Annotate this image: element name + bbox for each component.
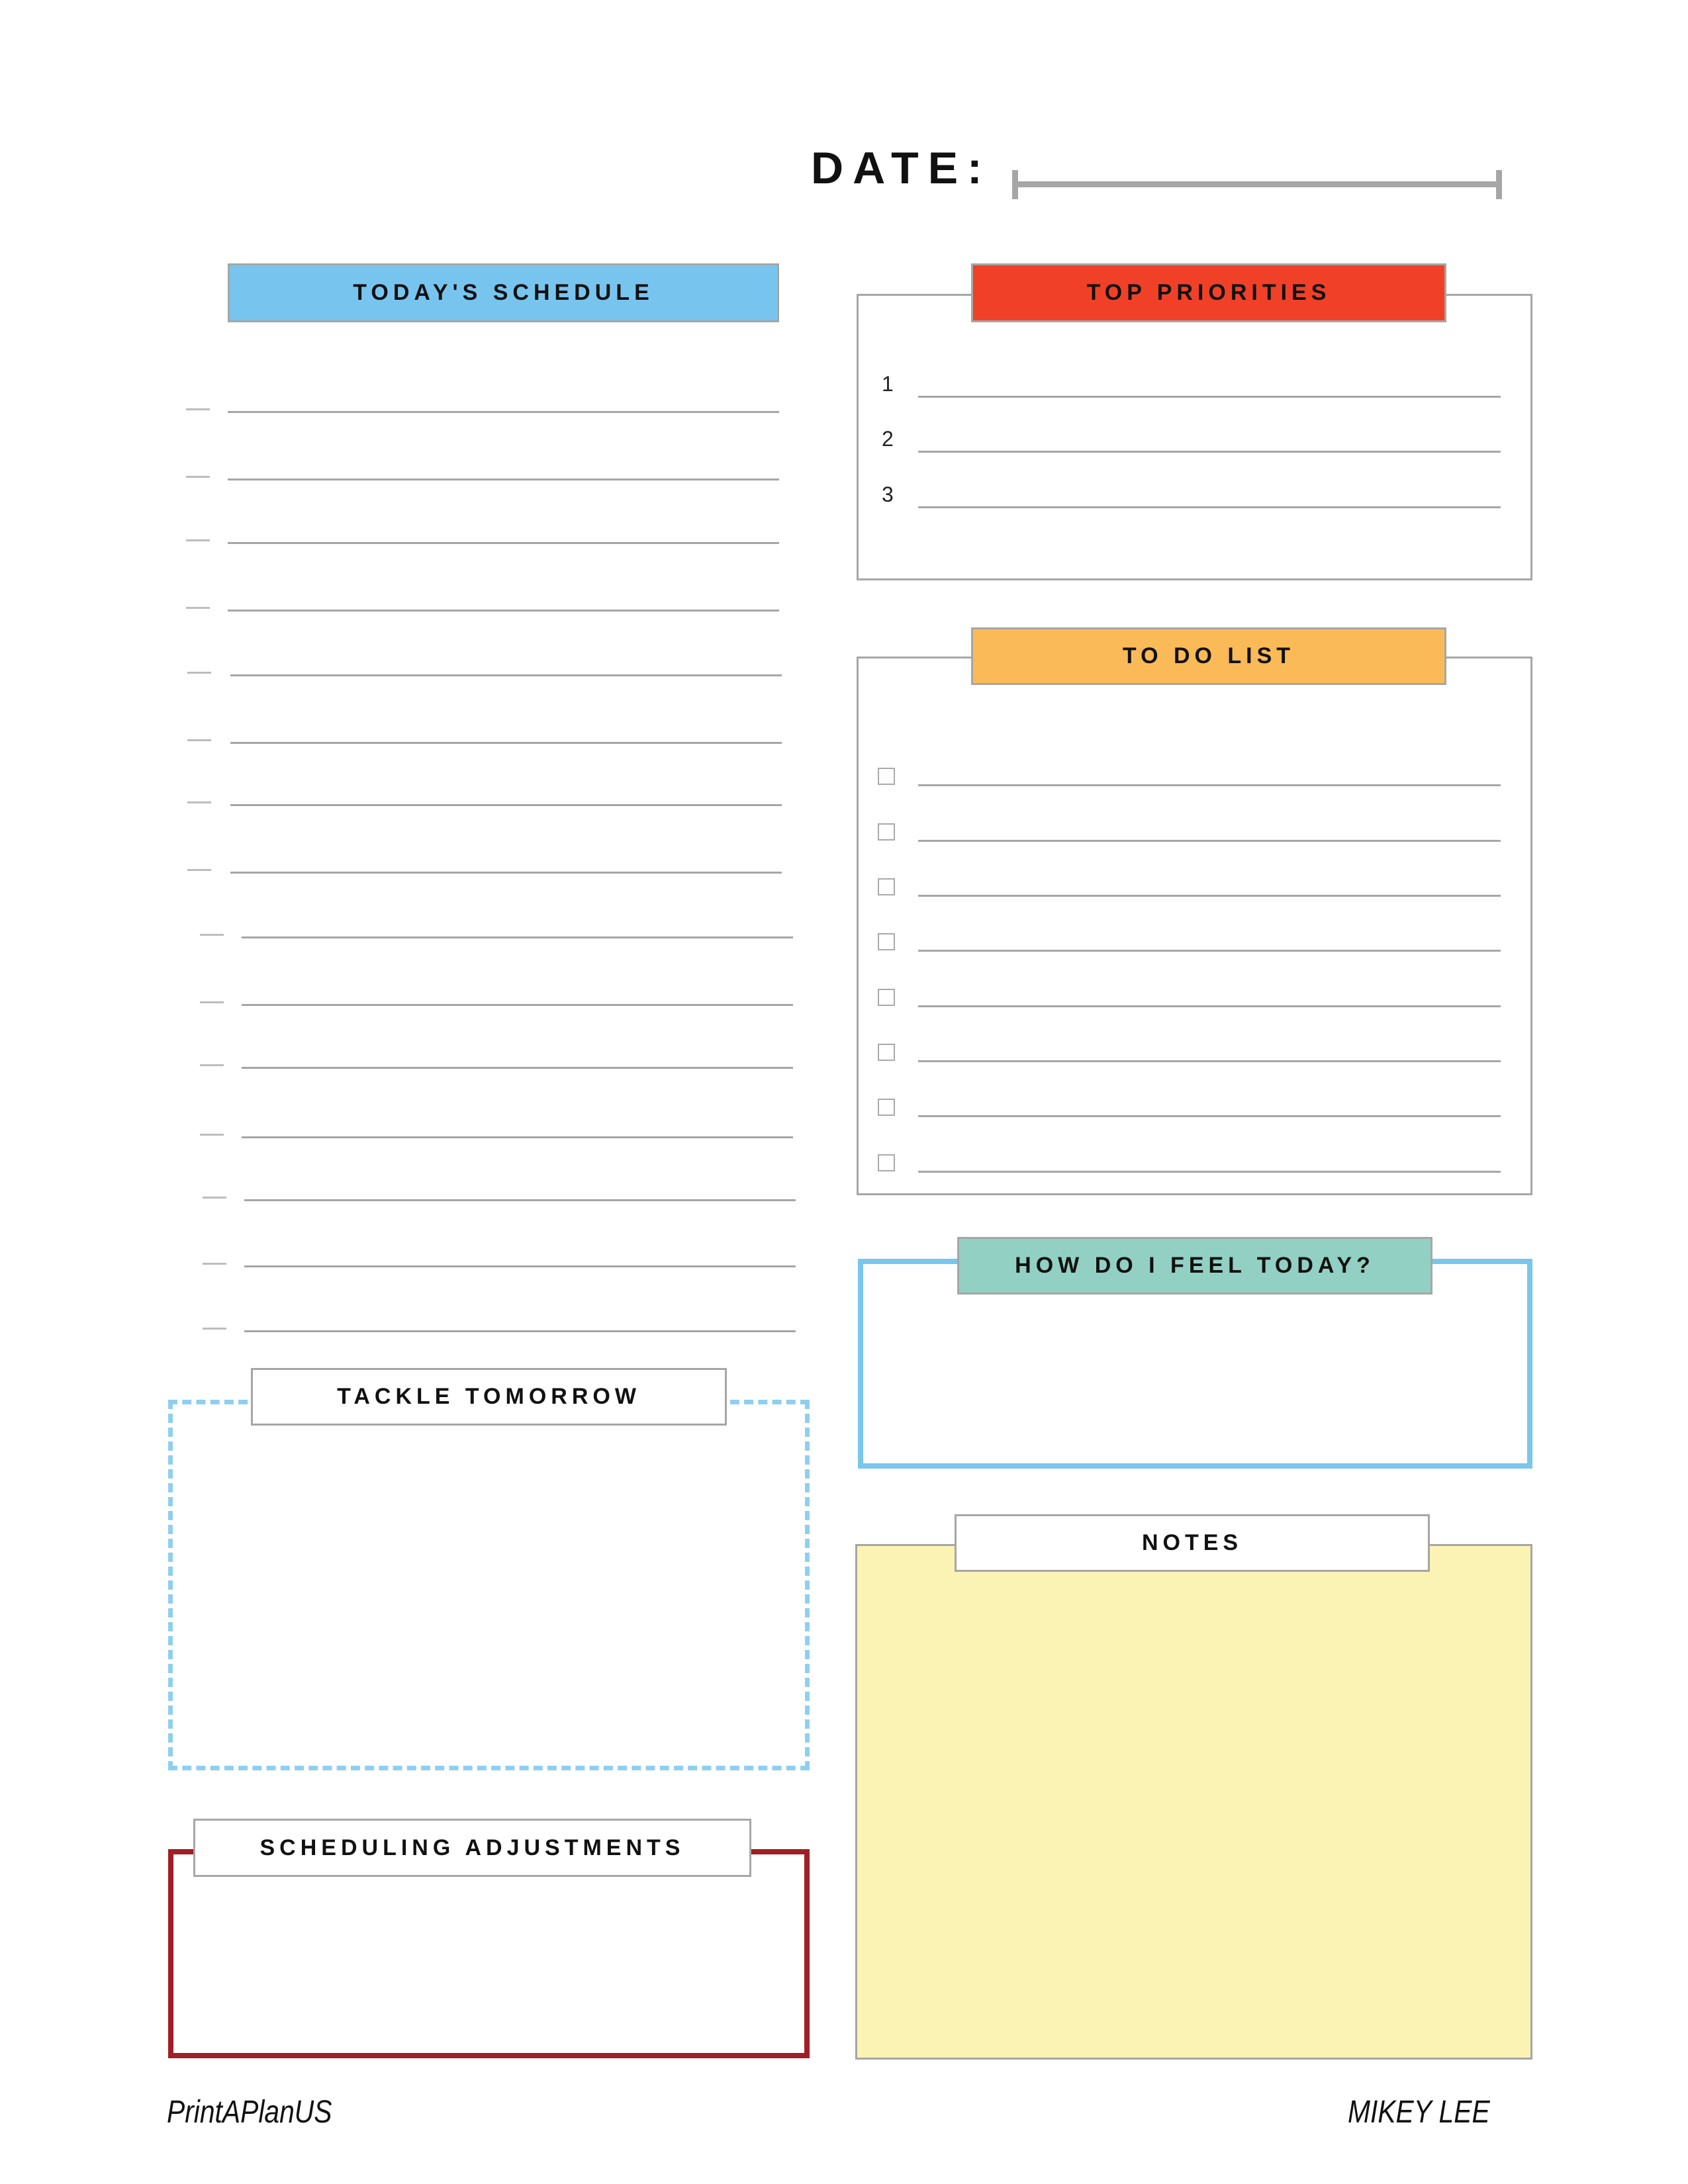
footer-brand: PrintAPlanUS xyxy=(167,2095,332,2130)
schedule-time-dash xyxy=(186,539,210,541)
schedule-time-dash xyxy=(203,1263,226,1265)
tackle-header: TACKLE TOMORROW xyxy=(251,1368,727,1426)
schedule-line[interactable] xyxy=(228,411,779,413)
todo-header: TO DO LIST xyxy=(971,627,1446,685)
date-line-cap-right xyxy=(1496,170,1502,199)
todo-line[interactable] xyxy=(918,895,1501,897)
schedule-time-dash xyxy=(186,476,210,478)
schedule-time-dash xyxy=(187,869,211,871)
schedule-line[interactable] xyxy=(244,1199,796,1201)
priorities-box xyxy=(857,294,1532,580)
schedule-time-dash xyxy=(187,801,211,803)
schedule-line[interactable] xyxy=(244,1330,796,1332)
footer-author: MIKEY LEE xyxy=(1348,2095,1490,2130)
todo-line[interactable] xyxy=(918,1060,1501,1062)
adjustments-header: SCHEDULING ADJUSTMENTS xyxy=(193,1819,751,1877)
todo-line[interactable] xyxy=(918,1115,1501,1117)
todo-checkbox[interactable] xyxy=(878,1154,895,1171)
priorities-header: TOP PRIORITIES xyxy=(971,263,1446,322)
schedule-line[interactable] xyxy=(230,674,782,676)
todo-line[interactable] xyxy=(918,1005,1501,1007)
schedule-time-dash xyxy=(203,1328,226,1330)
priority-number: 3 xyxy=(882,482,894,506)
todo-checkbox[interactable] xyxy=(878,933,895,950)
date-label: DATE: xyxy=(811,143,992,193)
todo-checkbox[interactable] xyxy=(878,1099,895,1116)
todo-checkbox[interactable] xyxy=(878,768,895,785)
schedule-line[interactable] xyxy=(242,1136,793,1138)
tackle-box[interactable] xyxy=(168,1400,810,1770)
schedule-header: TODAY'S SCHEDULE xyxy=(228,263,779,322)
schedule-line[interactable] xyxy=(230,804,782,806)
schedule-time-dash xyxy=(200,934,224,936)
todo-line[interactable] xyxy=(918,1171,1501,1173)
priority-line[interactable] xyxy=(918,396,1501,398)
priority-number: 1 xyxy=(882,372,894,396)
schedule-time-dash xyxy=(186,408,210,410)
priority-line[interactable] xyxy=(918,451,1501,453)
todo-checkbox[interactable] xyxy=(878,1044,895,1061)
todo-checkbox[interactable] xyxy=(878,823,895,841)
notes-box[interactable] xyxy=(855,1544,1532,2060)
schedule-line[interactable] xyxy=(242,1067,793,1069)
todo-line[interactable] xyxy=(918,950,1501,952)
priority-number: 2 xyxy=(882,427,894,451)
todo-line[interactable] xyxy=(918,840,1501,842)
todo-line[interactable] xyxy=(918,784,1501,786)
priority-line[interactable] xyxy=(918,506,1501,508)
schedule-line[interactable] xyxy=(228,542,779,544)
schedule-time-dash xyxy=(200,1001,224,1003)
todo-checkbox[interactable] xyxy=(878,878,895,895)
schedule-line[interactable] xyxy=(228,610,779,612)
schedule-line[interactable] xyxy=(228,478,779,480)
date-input-line[interactable] xyxy=(1015,181,1499,187)
schedule-time-dash xyxy=(200,1064,224,1066)
schedule-time-dash xyxy=(186,607,210,609)
schedule-line[interactable] xyxy=(242,1004,793,1006)
schedule-time-dash xyxy=(187,739,211,741)
schedule-line[interactable] xyxy=(230,742,782,744)
schedule-time-dash xyxy=(187,672,211,674)
todo-checkbox[interactable] xyxy=(878,989,895,1006)
schedule-line[interactable] xyxy=(242,936,793,938)
schedule-line[interactable] xyxy=(230,872,782,874)
adjustments-box[interactable] xyxy=(168,1849,810,2058)
schedule-time-dash xyxy=(203,1197,226,1199)
todo-box xyxy=(857,657,1532,1195)
schedule-time-dash xyxy=(200,1134,224,1136)
feel-header: HOW DO I FEEL TODAY? xyxy=(957,1237,1432,1295)
notes-header: NOTES xyxy=(955,1514,1430,1572)
schedule-line[interactable] xyxy=(244,1265,796,1267)
